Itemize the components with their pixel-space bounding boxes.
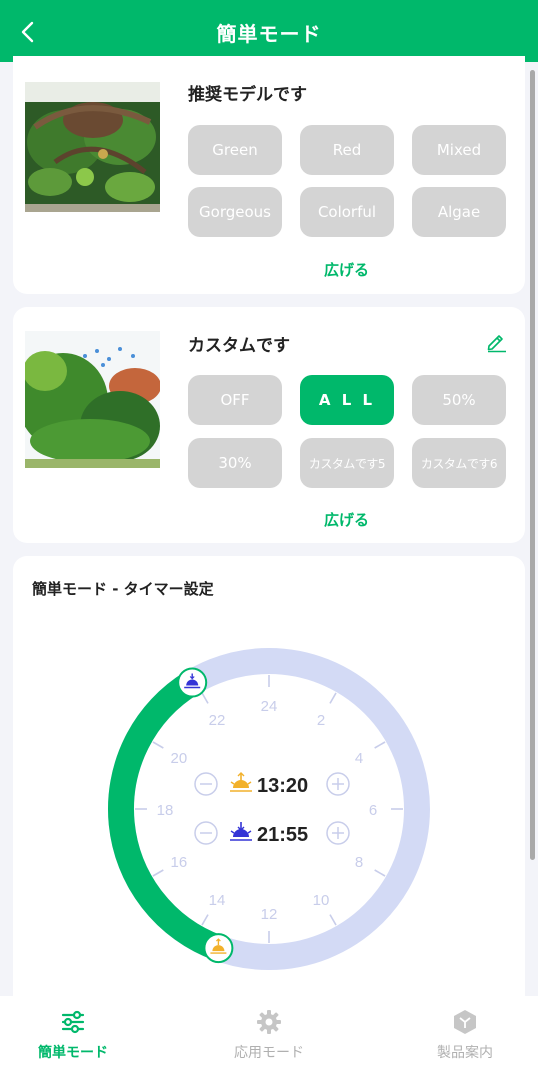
timer-clock[interactable]: 24246810121416182022 13:20 21:55 (13, 556, 525, 996)
clock-tick (374, 741, 386, 749)
tab-label: 製品案内 (437, 1045, 493, 1061)
hour-label: 24 (261, 698, 278, 715)
tab-products[interactable]: 製品案内 (405, 1008, 525, 1062)
model-button-red[interactable]: Red (300, 125, 394, 175)
tab-label: 簡単モード (38, 1045, 108, 1061)
custom-button-50[interactable]: 50% (412, 375, 506, 425)
top-header: 簡単モード (0, 0, 538, 62)
hour-label: 22 (209, 712, 226, 729)
sunrise-minus-button[interactable] (194, 772, 218, 796)
page-title: 簡単モード (216, 22, 322, 46)
scrollbar-thumb[interactable] (530, 70, 535, 860)
clock-tick (201, 692, 209, 704)
custom-button-5[interactable]: カスタムです5 (300, 438, 394, 488)
hour-label: 4 (355, 750, 363, 767)
hour-label: 6 (369, 802, 377, 819)
custom-button-30[interactable]: 30% (188, 438, 282, 488)
tab-label: 応用モード (234, 1045, 304, 1061)
model-button-green[interactable]: Green (188, 125, 282, 175)
timer-card: 簡単モード - タイマー設定 24 2 4 6 8 10 12 14 16 18 20 22 (13, 556, 525, 996)
custom-button-6[interactable]: カスタムです6 (412, 438, 506, 488)
tab-simple-mode[interactable]: 簡単モード (13, 1008, 133, 1062)
sliders-icon (61, 1010, 85, 1034)
sunrise-time[interactable]: 13:20 (257, 775, 308, 797)
sunset-icon (230, 822, 252, 841)
custom-card: カスタムです OFF A L L 50% 30% カスタムです5 カスタムです6… (13, 307, 525, 543)
expand-link[interactable]: 広げる (13, 509, 525, 530)
sunrise-plus-button[interactable] (326, 772, 350, 796)
model-button-gorgeous[interactable]: Gorgeous (188, 187, 282, 237)
hour-label: 8 (355, 854, 363, 871)
hour-label: 12 (261, 906, 278, 923)
hour-label: 14 (209, 892, 226, 909)
hour-label: 20 (171, 750, 188, 767)
clock-tick (329, 692, 337, 704)
aquarium-thumbnail-1 (25, 82, 160, 219)
recommended-card: 推奨モデルです Green Red Mixed Gorgeous Colorfu… (13, 56, 525, 294)
clock-tick (152, 741, 164, 749)
custom-title: カスタムです (188, 336, 290, 356)
aquarium-thumbnail-2 (25, 331, 160, 468)
hour-label: 18 (157, 802, 174, 819)
hour-label: 10 (313, 892, 330, 909)
clock-tick (329, 914, 337, 926)
hour-label: 2 (317, 712, 325, 729)
bottom-tab-bar: 簡単モード 応用モード 製品案内 (0, 996, 538, 1080)
sunrise-handle[interactable] (203, 933, 234, 964)
clock-tick (201, 914, 209, 926)
pencil-icon[interactable] (484, 329, 508, 353)
sunset-minus-button[interactable] (194, 821, 218, 845)
custom-button-off[interactable]: OFF (188, 375, 282, 425)
sunset-plus-button[interactable] (326, 821, 350, 845)
custom-button-all[interactable]: A L L (300, 375, 394, 425)
model-button-colorful[interactable]: Colorful (300, 187, 394, 237)
model-button-algae[interactable]: Algae (412, 187, 506, 237)
sunset-handle[interactable] (177, 667, 208, 698)
expand-link[interactable]: 広げる (13, 259, 525, 280)
tab-advanced-mode[interactable]: 応用モード (209, 1008, 329, 1062)
hour-label: 16 (171, 854, 188, 871)
gear-icon (257, 1010, 281, 1034)
sunrise-icon (230, 772, 252, 792)
cube-icon (454, 1010, 476, 1034)
sunset-time[interactable]: 21:55 (257, 824, 308, 846)
model-button-mixed[interactable]: Mixed (412, 125, 506, 175)
clock-tick (152, 869, 164, 877)
clock-tick (374, 869, 386, 877)
recommended-title: 推奨モデルです (188, 85, 307, 105)
